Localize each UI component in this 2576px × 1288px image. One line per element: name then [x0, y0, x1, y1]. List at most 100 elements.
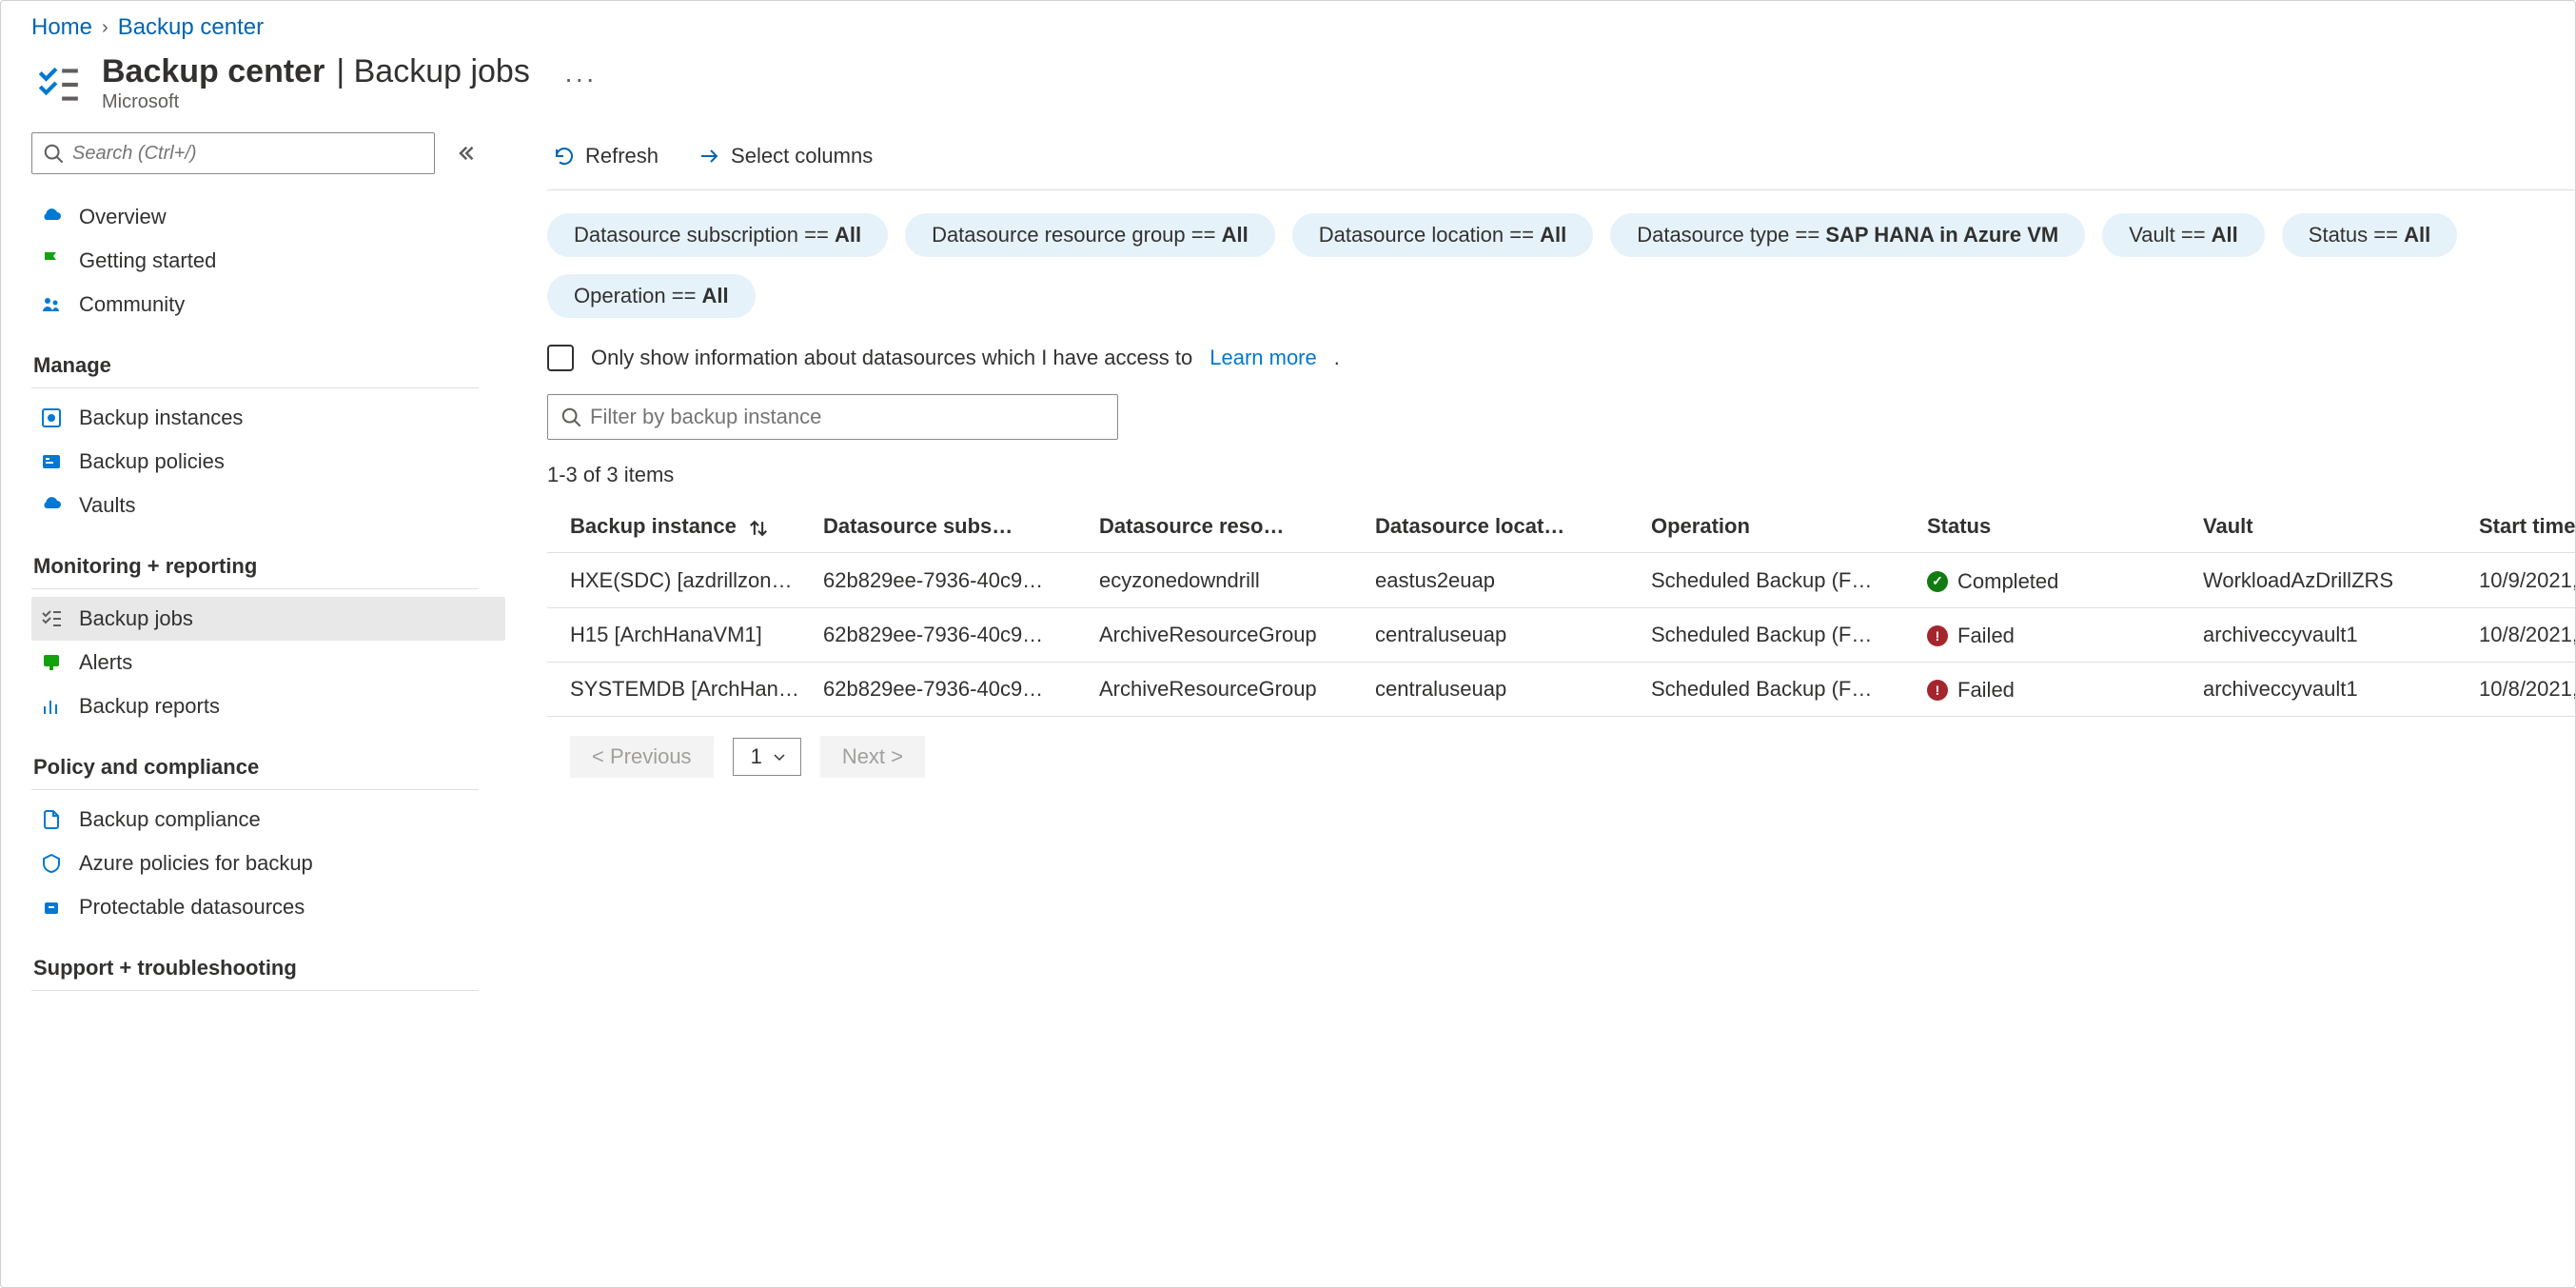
filter-pill[interactable]: Datasource type == SAP HANA in Azure VM: [1610, 213, 2085, 257]
cell-backup-instance: H15 [ArchHanaVM1]: [547, 607, 823, 662]
col-status[interactable]: Status: [1927, 501, 2203, 553]
table-row[interactable]: SYSTEMDB [ArchHan…62b829ee-7936-40c9…Arc…: [547, 662, 2575, 716]
page-select[interactable]: 1: [733, 738, 801, 776]
col-operation[interactable]: Operation: [1651, 501, 1927, 553]
cell-operation: Scheduled Backup (F…: [1651, 553, 1927, 608]
col-subscription[interactable]: Datasource subs…: [823, 501, 1099, 553]
sidebar-item-vaults[interactable]: Vaults: [31, 484, 479, 527]
sidebar-section-heading: Policy and compliance: [31, 749, 479, 790]
table-row[interactable]: HXE(SDC) [azdrillzon…62b829ee-7936-40c9……: [547, 553, 2575, 608]
filter-pill[interactable]: Status == All: [2282, 213, 2457, 257]
sidebar-item-backup-instances[interactable]: Backup instances: [31, 396, 479, 440]
cell-resource-group: ecyzonedowndrill: [1099, 553, 1375, 608]
sidebar-item-backup-jobs[interactable]: Backup jobs: [31, 597, 505, 641]
sidebar-item-label: Backup compliance: [79, 807, 261, 832]
filter-pill[interactable]: Vault == All: [2102, 213, 2265, 257]
main-content: Refresh Select columns Datasource subscr…: [505, 132, 2575, 1287]
sidebar-item-label: Azure policies for backup: [79, 851, 313, 876]
sidebar-item-backup-reports[interactable]: Backup reports: [31, 684, 479, 728]
sidebar-item-community[interactable]: Community: [31, 283, 479, 327]
chevron-right-icon: ›: [102, 17, 108, 39]
sidebar-item-label: Backup instances: [79, 406, 243, 430]
page-header: Backup center | Backup jobs Microsoft ··…: [1, 45, 2575, 132]
sidebar-search: [31, 132, 435, 174]
collapse-sidebar-button[interactable]: [452, 140, 479, 167]
filter-pill[interactable]: Datasource resource group == All: [905, 213, 1275, 257]
protectable-icon: [39, 895, 64, 920]
backup-instance-filter-input[interactable]: [547, 394, 1118, 440]
cell-status: ✓Completed: [1927, 553, 2203, 608]
cloud-icon: [39, 205, 64, 229]
sidebar-quick-section: OverviewGetting started Community: [31, 195, 505, 327]
col-start-time[interactable]: Start time: [2479, 501, 2575, 553]
cell-resource-group: ArchiveResourceGroup: [1099, 607, 1375, 662]
cell-status: !Failed: [1927, 662, 2203, 716]
select-columns-button[interactable]: Select columns: [693, 140, 878, 172]
col-backup-instance[interactable]: Backup instance: [547, 501, 823, 553]
page-subtitle: Microsoft: [102, 91, 530, 113]
more-actions-button[interactable]: ···: [547, 64, 614, 94]
sidebar-section-heading: Support + troubleshooting: [31, 950, 479, 991]
status-completed-icon: ✓: [1927, 571, 1948, 592]
reports-icon: [39, 694, 64, 719]
previous-button[interactable]: < Previous: [570, 736, 714, 778]
result-count: 1-3 of 3 items: [547, 463, 2575, 501]
cell-location: centraluseuap: [1375, 662, 1651, 716]
cell-status: !Failed: [1927, 607, 2203, 662]
refresh-icon: [553, 145, 576, 168]
sidebar-section: Policy and compliance Backup compliance Az…: [31, 749, 505, 929]
filter-pill[interactable]: Datasource location == All: [1292, 213, 1594, 257]
pager: < Previous 1 Next >: [547, 717, 2575, 778]
only-accessible-checkbox[interactable]: [547, 345, 574, 371]
arrow-right-icon: [698, 145, 721, 168]
breadcrumb-home[interactable]: Home: [31, 14, 92, 41]
sidebar-item-overview[interactable]: Overview: [31, 195, 479, 239]
cell-location: eastus2euap: [1375, 553, 1651, 608]
cell-backup-instance: SYSTEMDB [ArchHan…: [547, 662, 823, 716]
cell-vault: archiveccyvault1: [2203, 607, 2479, 662]
sidebar-item-label: Community: [79, 292, 185, 317]
status-failed-icon: !: [1927, 625, 1948, 646]
cell-operation: Scheduled Backup (F…: [1651, 662, 1927, 716]
page-title-suffix: | Backup jobs: [336, 54, 530, 89]
cell-subscription: 62b829ee-7936-40c9…: [823, 553, 1099, 608]
sidebar-item-alerts[interactable]: Alerts: [31, 641, 479, 684]
next-button[interactable]: Next >: [820, 736, 925, 778]
backup-jobs-table: Backup instance Datasource subs… Datasou…: [547, 501, 2575, 717]
sidebar-section: Support + troubleshooting: [31, 950, 505, 991]
sidebar: OverviewGetting started Community Manage B…: [1, 132, 505, 1287]
sidebar-search-input[interactable]: [31, 132, 435, 174]
search-icon: [43, 143, 64, 164]
breadcrumb-backup-center[interactable]: Backup center: [118, 14, 264, 41]
cell-subscription: 62b829ee-7936-40c9…: [823, 662, 1099, 716]
col-vault[interactable]: Vault: [2203, 501, 2479, 553]
col-resource-group[interactable]: Datasource reso…: [1099, 501, 1375, 553]
filter-pill[interactable]: Operation == All: [547, 274, 756, 318]
sidebar-item-label: Alerts: [79, 650, 132, 675]
sidebar-item-azure-policies-for-backup[interactable]: Azure policies for backup: [31, 842, 479, 885]
alerts-icon: [39, 650, 64, 675]
sidebar-section: Monitoring + reporting Backup jobs Alerts B…: [31, 548, 505, 728]
vault-icon: [39, 493, 64, 518]
filter-pill[interactable]: Datasource subscription == All: [547, 213, 888, 257]
refresh-button[interactable]: Refresh: [547, 140, 664, 172]
learn-more-link[interactable]: Learn more: [1209, 346, 1317, 370]
table-row[interactable]: H15 [ArchHanaVM1]62b829ee-7936-40c9…Arch…: [547, 607, 2575, 662]
cell-operation: Scheduled Backup (F…: [1651, 607, 1927, 662]
search-icon: [560, 406, 581, 427]
azpolicy-icon: [39, 851, 64, 876]
flag-icon: [39, 248, 64, 273]
page-title: Backup center | Backup jobs: [102, 54, 530, 89]
sidebar-item-protectable-datasources[interactable]: Protectable datasources: [31, 885, 479, 929]
sidebar-section-heading: Manage: [31, 347, 479, 388]
col-location[interactable]: Datasource locat…: [1375, 501, 1651, 553]
sidebar-item-backup-compliance[interactable]: Backup compliance: [31, 798, 479, 842]
cell-resource-group: ArchiveResourceGroup: [1099, 662, 1375, 716]
sidebar-item-backup-policies[interactable]: Backup policies: [31, 440, 479, 484]
compliance-icon: [39, 807, 64, 832]
instances-icon: [39, 406, 64, 430]
status-failed-icon: !: [1927, 680, 1948, 701]
sidebar-section-heading: Monitoring + reporting: [31, 548, 479, 589]
policies-icon: [39, 449, 64, 474]
sidebar-item-getting-started[interactable]: Getting started: [31, 239, 479, 283]
